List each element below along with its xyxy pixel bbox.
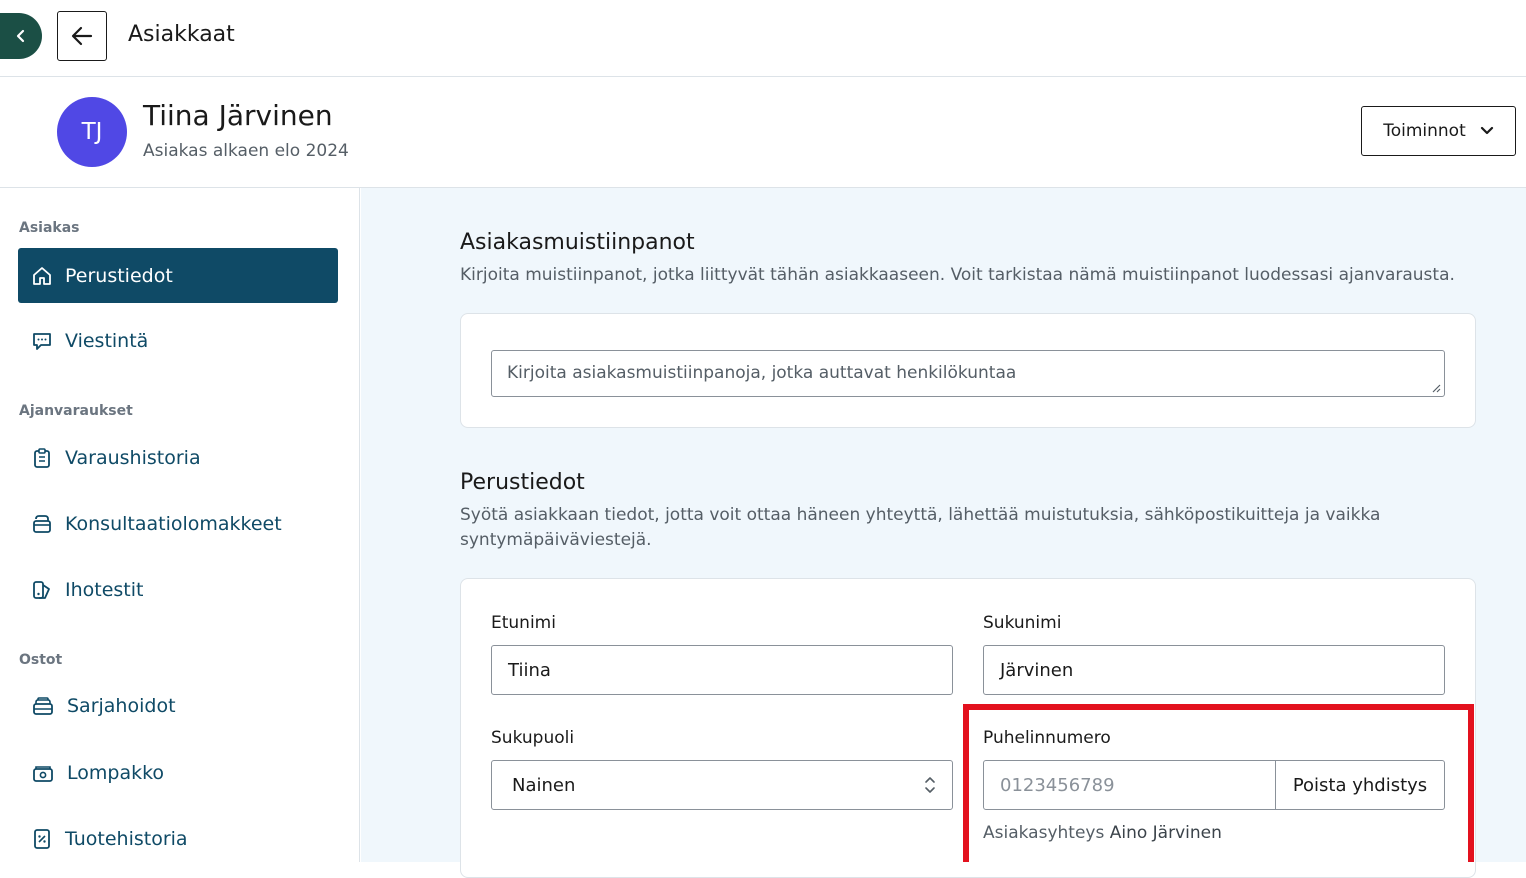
sidebar: Asiakas Perustiedot Viestintä Ajanvarauk… [0,188,360,862]
customer-header: TJ Tiina Järvinen Asiakas alkaen elo 202… [0,77,1526,188]
basic-info-title: Perustiedot [460,470,585,495]
patch-icon [33,580,50,599]
chevron-down-icon [1480,126,1493,135]
home-icon [33,266,51,285]
customer-since: Asiakas alkaen elo 2024 [143,141,349,161]
arrow-left-icon [71,26,93,46]
linked-customer-text: Asiakasyhteys Aino Järvinen [983,823,1222,843]
last-name-label: Sukunimi [983,613,1062,633]
first-name-label: Etunimi [491,613,556,633]
actions-label: Toiminnot [1383,121,1466,141]
customer-name: Tiina Järvinen [143,99,333,132]
sidebar-item-label: Perustiedot [65,264,173,287]
sidebar-section-customer: Asiakas [19,220,80,236]
disconnect-button[interactable]: Poista yhdistys [1275,760,1445,810]
sidebar-item-tuotehistoria[interactable]: Tuotehistoria [18,811,338,866]
resize-handle-icon[interactable] [1431,383,1441,393]
actions-dropdown-button[interactable]: Toiminnot [1361,106,1516,156]
notes-title: Asiakasmuistiinpanot [460,230,695,255]
gender-label: Sukupuoli [491,728,575,748]
last-name-input[interactable]: Järvinen [983,645,1445,695]
phone-input[interactable]: 0123456789 [983,760,1276,810]
select-arrows-icon [925,777,935,793]
sidebar-section-purchases: Ostot [19,652,63,668]
first-name-input[interactable]: Tiina [491,645,953,695]
sidebar-item-sarjahoidot[interactable]: Sarjahoidot [18,678,338,733]
sidebar-item-label: Tuotehistoria [65,827,188,850]
sidebar-item-label: Konsultaatiolomakkeet [65,512,282,535]
main-content: Asiakasmuistiinpanot Kirjoita muistiinpa… [361,188,1526,878]
wallet-icon [33,765,53,782]
stack-icon [33,696,53,715]
clipboard-icon [34,447,50,468]
sidebar-item-label: Varaushistoria [65,446,201,469]
sidebar-item-varaushistoria[interactable]: Varaushistoria [18,430,338,485]
gender-select[interactable]: Nainen [491,760,953,810]
back-button[interactable] [57,11,107,61]
avatar: TJ [57,97,127,167]
sidebar-item-perustiedot[interactable]: Perustiedot [18,248,338,303]
page-title: Asiakkaat [128,22,235,47]
notes-textarea[interactable]: Kirjoita asiakasmuistiinpanoja, jotka au… [491,350,1445,397]
notes-description: Kirjoita muistiinpanot, jotka liittyvät … [460,265,1455,285]
sidebar-section-appointments: Ajanvaraukset [19,403,133,419]
linked-customer-name[interactable]: Aino Järvinen [1110,823,1222,843]
receipt-icon [34,828,50,849]
sidebar-item-viestinta[interactable]: Viestintä [18,313,338,368]
sidebar-item-label: Lompakko [67,761,165,784]
notes-placeholder: Kirjoita asiakasmuistiinpanoja, jotka au… [507,363,1017,383]
basic-info-card: Etunimi Tiina Sukunimi Järvinen Sukupuol… [460,578,1476,878]
sidebar-item-ihotestit[interactable]: Ihotestit [18,562,338,617]
basic-info-description: Syötä asiakkaan tiedot, jotta voit ottaa… [460,505,1381,550]
sidebar-item-label: Viestintä [65,329,149,352]
notes-card: Kirjoita asiakasmuistiinpanoja, jotka au… [460,313,1476,428]
sidebar-item-konsultaatiolomakkeet[interactable]: Konsultaatiolomakkeet [18,496,338,551]
phone-label: Puhelinnumero [983,728,1111,748]
form-icon [33,514,51,533]
sidebar-item-label: Sarjahoidot [67,694,176,717]
chat-icon [33,332,51,350]
sidebar-item-lompakko[interactable]: Lompakko [18,745,338,800]
sidebar-collapse-button[interactable] [0,13,42,59]
sidebar-item-label: Ihotestit [65,578,144,601]
chevron-left-icon [16,29,25,43]
top-bar: Asiakkaat [0,0,1526,77]
